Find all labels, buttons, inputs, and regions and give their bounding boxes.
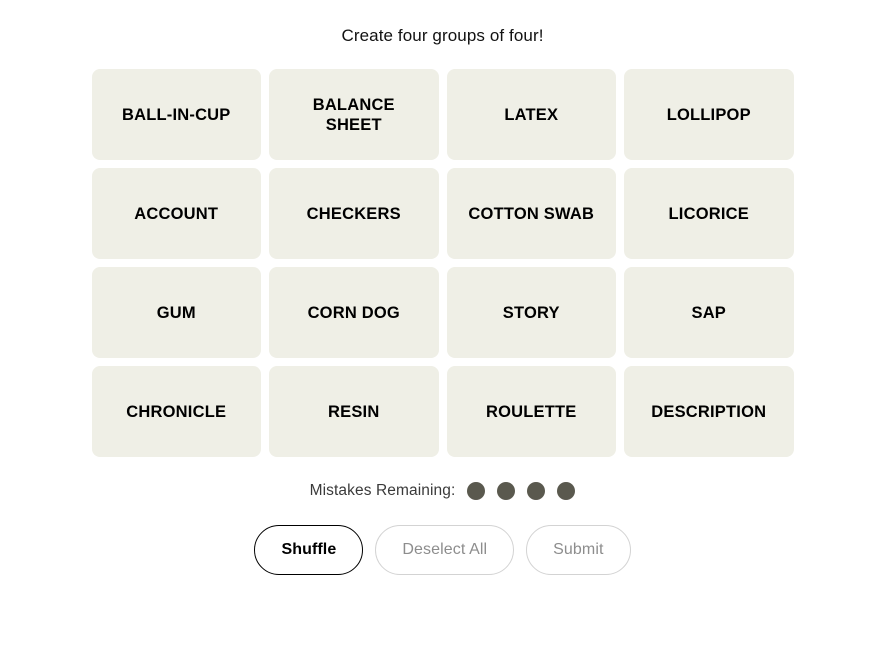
deselect-all-button[interactable]: Deselect All — [375, 525, 515, 575]
tile-balance-sheet[interactable]: BALANCE SHEET — [269, 69, 439, 160]
tile-label: ROULETTE — [485, 402, 577, 421]
tile-account[interactable]: ACCOUNT — [91, 168, 261, 259]
connections-game: Create four groups of four! BALL-IN-CUP … — [0, 0, 885, 645]
tile-grid: BALL-IN-CUP BALANCE SHEET LATEX LOLLIPOP… — [91, 69, 794, 457]
tile-label: ACCOUNT — [134, 204, 219, 223]
tile-label: DESCRIPTION — [651, 402, 767, 421]
tile-label: COTTON SWAB — [468, 204, 595, 223]
tile-sap[interactable]: SAP — [624, 267, 794, 358]
tile-label: BALL-IN-CUP — [121, 105, 231, 124]
tile-latex[interactable]: LATEX — [446, 69, 616, 160]
tile-description[interactable]: DESCRIPTION — [624, 366, 794, 457]
shuffle-button[interactable]: Shuffle — [254, 525, 364, 575]
mistakes-remaining-label: Mistakes Remaining: — [309, 482, 456, 499]
mistake-dot-3 — [527, 482, 546, 500]
tile-label: SAP — [691, 303, 727, 322]
tile-cotton-swab[interactable]: COTTON SWAB — [446, 168, 616, 259]
tile-label: LATEX — [504, 105, 559, 124]
tile-ball-in-cup[interactable]: BALL-IN-CUP — [91, 69, 261, 160]
tile-corn-dog[interactable]: CORN DOG — [269, 267, 439, 358]
tile-chronicle[interactable]: CHRONICLE — [91, 366, 261, 457]
tile-lollipop[interactable]: LOLLIPOP — [624, 69, 794, 160]
tile-resin[interactable]: RESIN — [269, 366, 439, 457]
tile-label: LOLLIPOP — [666, 105, 751, 124]
mistake-dot-4 — [557, 482, 576, 500]
tile-label: CHRONICLE — [126, 402, 227, 421]
tile-label: LICORICE — [668, 204, 749, 223]
page-title: Create four groups of four! — [341, 26, 544, 45]
mistakes-remaining: Mistakes Remaining: — [310, 482, 576, 500]
mistake-dot-1 — [467, 482, 486, 500]
tile-roulette[interactable]: ROULETTE — [446, 366, 616, 457]
tile-gum[interactable]: GUM — [91, 267, 261, 358]
tile-checkers[interactable]: CHECKERS — [269, 168, 439, 259]
tile-label: BALANCE SHEET — [312, 95, 395, 134]
action-buttons: Shuffle Deselect All Submit — [254, 525, 631, 575]
mistake-dots — [467, 482, 576, 500]
tile-licorice[interactable]: LICORICE — [624, 168, 794, 259]
tile-label: GUM — [156, 303, 196, 322]
tile-label: STORY — [502, 303, 560, 322]
tile-label: RESIN — [328, 402, 380, 421]
submit-button[interactable]: Submit — [526, 525, 631, 575]
tile-label: CHECKERS — [306, 204, 401, 223]
tile-story[interactable]: STORY — [446, 267, 616, 358]
mistake-dot-2 — [497, 482, 516, 500]
tile-label: CORN DOG — [307, 303, 400, 322]
